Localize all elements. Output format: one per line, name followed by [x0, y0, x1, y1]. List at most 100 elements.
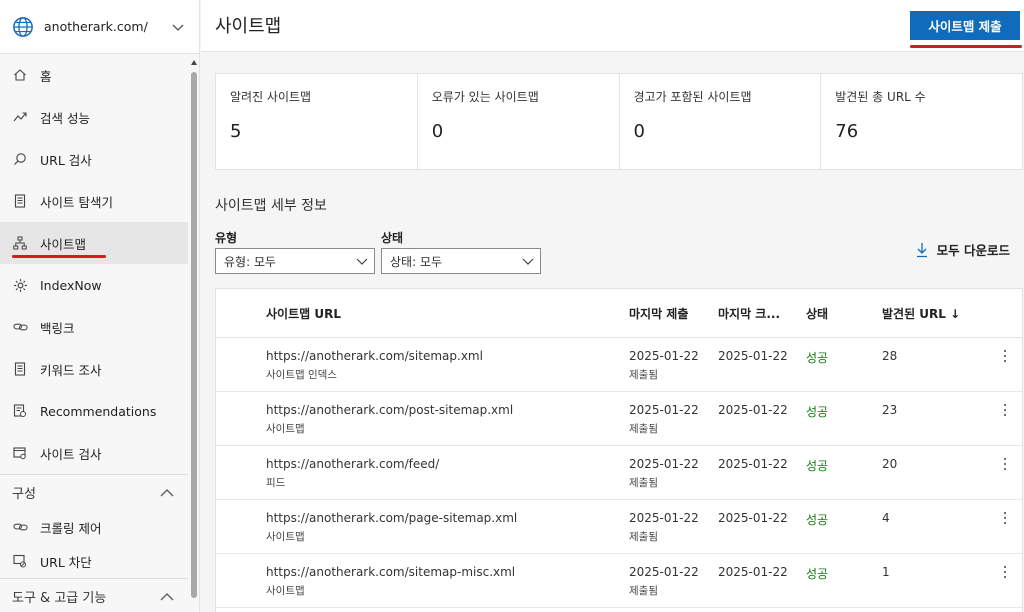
site-selector[interactable]: anotherark.com/ — [0, 0, 199, 54]
submit-sitemap-button[interactable]: 사이트맵 제출 — [910, 11, 1020, 40]
sidebar-item-recommendations[interactable]: Recommendations — [0, 390, 188, 432]
sitemap-type: 사이트맵 인덱스 — [266, 369, 337, 381]
submitted-date: 2025-01-22 — [629, 349, 699, 363]
stat-known-sitemaps: 알려진 사이트맵 5 — [216, 74, 418, 169]
sidebar-scrollbar[interactable] — [188, 56, 199, 612]
more-options-icon[interactable] — [1002, 564, 1008, 580]
link-icon — [12, 319, 28, 335]
sitemap-url[interactable]: https://anotherark.com/sitemap.xml — [266, 349, 483, 363]
sidebar-item-search-performance[interactable]: 검색 성능 — [0, 96, 188, 138]
stat-value: 5 — [230, 121, 242, 142]
sidebar-item-site-explorer[interactable]: 사이트 탐색기 — [0, 180, 188, 222]
sidebar-item-label: 홈 — [40, 68, 52, 84]
column-header-url[interactable]: 사이트맵 URL — [266, 305, 341, 322]
column-header-status[interactable]: 상태 — [806, 305, 828, 322]
crawled-date: 2025-01-22 — [718, 349, 788, 363]
url-count: 1 — [882, 565, 890, 579]
submitted-note: 제출됨 — [629, 369, 658, 381]
sitemap-type: 피드 — [266, 477, 286, 489]
site-name: anotherark.com/ — [44, 19, 148, 34]
chevron-down-icon — [172, 24, 184, 31]
submitted-date: 2025-01-22 — [629, 457, 699, 471]
chevron-up-icon — [160, 488, 174, 496]
stat-total-urls: 발견된 총 URL 수 76 — [821, 74, 1022, 169]
sitemap-url[interactable]: https://anotherark.com/feed/ — [266, 457, 439, 471]
column-header-submitted[interactable]: 마지막 제출 — [629, 305, 688, 322]
sidebar-item-label: Recommendations — [40, 403, 157, 419]
table-row[interactable]: https://anotherark.com/sitemap-misc.xml … — [216, 554, 1022, 608]
table-row[interactable]: https://anotherark.com/feed/ 피드 2025-01-… — [216, 446, 1022, 500]
more-options-icon[interactable] — [1002, 348, 1008, 364]
url-count: 23 — [882, 403, 898, 417]
stats-panel: 알려진 사이트맵 5 오류가 있는 사이트맵 0 경고가 포함된 사이트맵 0 … — [215, 73, 1023, 170]
url-count: 4 — [882, 511, 890, 525]
sidebar-item-backlinks[interactable]: 백링크 — [0, 306, 188, 348]
status-filter-value: 상태: 모두 — [390, 254, 443, 269]
submitted-date: 2025-01-22 — [629, 511, 699, 525]
main-content: 사이트맵 사이트맵 제출 알려진 사이트맵 5 오류가 있는 사이트맵 0 경고… — [201, 0, 1024, 612]
sitemap-icon — [12, 235, 28, 251]
sitemap-url[interactable]: https://anotherark.com/post-sitemap.xml — [266, 403, 513, 417]
status-badge: 성공 — [806, 459, 829, 473]
stat-value: 0 — [431, 121, 444, 142]
column-header-count[interactable]: 발견된 URL ↓ — [882, 305, 960, 322]
more-options-icon[interactable] — [1002, 510, 1008, 526]
search-icon — [12, 151, 28, 167]
type-filter-label: 유형 — [215, 231, 238, 245]
type-filter-value: 유형: 모두 — [224, 254, 277, 269]
more-options-icon[interactable] — [1002, 456, 1008, 472]
scroll-thumb[interactable] — [191, 72, 197, 598]
sidebar-item-url-inspection[interactable]: URL 검사 — [0, 138, 188, 180]
stat-error-sitemaps: 오류가 있는 사이트맵 0 — [418, 74, 620, 169]
submitted-date: 2025-01-22 — [629, 565, 699, 579]
sidebar-item-site-scan[interactable]: 사이트 검사 — [0, 432, 188, 474]
table-row[interactable]: https://anotherark.com/sitemap.xml 사이트맵 … — [216, 338, 1022, 392]
stat-label: 오류가 있는 사이트맵 — [431, 90, 539, 104]
sitemap-url[interactable]: https://anotherark.com/sitemap-misc.xml — [266, 565, 515, 579]
highlight-underline — [910, 45, 1022, 48]
status-badge: 성공 — [806, 513, 829, 527]
status-filter-select[interactable]: 상태: 모두 — [381, 248, 541, 274]
column-header-crawled[interactable]: 마지막 크... — [718, 305, 796, 322]
download-icon — [916, 242, 927, 257]
stat-label: 경고가 포함된 사이트맵 — [633, 90, 752, 104]
submitted-note: 제출됨 — [629, 423, 658, 435]
document-icon — [12, 193, 28, 209]
sitemap-type: 사이트맵 — [266, 585, 305, 597]
sidebar-item-home[interactable]: 홈 — [0, 54, 188, 96]
sitemap-url[interactable]: https://anotherark.com/page-sitemap.xml — [266, 511, 517, 525]
status-badge: 성공 — [806, 351, 829, 365]
table-row[interactable]: https://anotherark.com/post-sitemap.xml … — [216, 392, 1022, 446]
download-all-button[interactable]: 모두 다운로드 — [915, 240, 1010, 259]
sitemap-type: 사이트맵 — [266, 531, 305, 543]
sidebar-item-block-urls[interactable]: URL 차단 — [0, 544, 188, 578]
sidebar-item-label: 사이트 탐색기 — [40, 194, 113, 210]
scroll-up-arrow-icon[interactable] — [191, 60, 197, 65]
link-icon — [12, 519, 28, 535]
section-tools-label: 도구 & 고급 기능 — [12, 591, 107, 606]
download-all-label: 모두 다운로드 — [936, 243, 1010, 258]
section-config-label: 구성 — [12, 487, 36, 502]
sidebar-item-keyword-research[interactable]: 키워드 조사 — [0, 348, 188, 390]
sidebar-item-label: URL 차단 — [40, 554, 92, 570]
sidebar-item-crawl-control[interactable]: 크롤링 제어 — [0, 510, 188, 544]
crawled-date: 2025-01-22 — [718, 457, 788, 471]
gear-icon — [12, 277, 28, 293]
section-tools-header[interactable]: 도구 & 고급 기능 — [0, 578, 188, 612]
submitted-note: 제출됨 — [629, 531, 658, 543]
table-row[interactable]: https://anotherark.com/page-sitemap.xml … — [216, 500, 1022, 554]
section-config-header[interactable]: 구성 — [0, 474, 188, 510]
type-filter-select[interactable]: 유형: 모두 — [215, 248, 375, 274]
sidebar-nav: 홈 검색 성능 URL 검사 사이트 탐색기 사이트맵 IndexNow 백링크 — [0, 54, 188, 612]
sitemap-type: 사이트맵 — [266, 423, 305, 435]
submitted-note: 제출됨 — [629, 585, 658, 597]
sidebar-item-sitemaps[interactable]: 사이트맵 — [0, 222, 188, 264]
recommend-icon — [12, 403, 28, 419]
crawled-date: 2025-01-22 — [718, 511, 788, 525]
status-badge: 성공 — [806, 567, 829, 581]
sidebar-item-label: URL 검사 — [40, 152, 92, 168]
sidebar-item-indexnow[interactable]: IndexNow — [0, 264, 188, 306]
trend-icon — [12, 109, 28, 125]
more-options-icon[interactable] — [1002, 402, 1008, 418]
sidebar-item-label: 사이트맵 — [40, 236, 87, 252]
